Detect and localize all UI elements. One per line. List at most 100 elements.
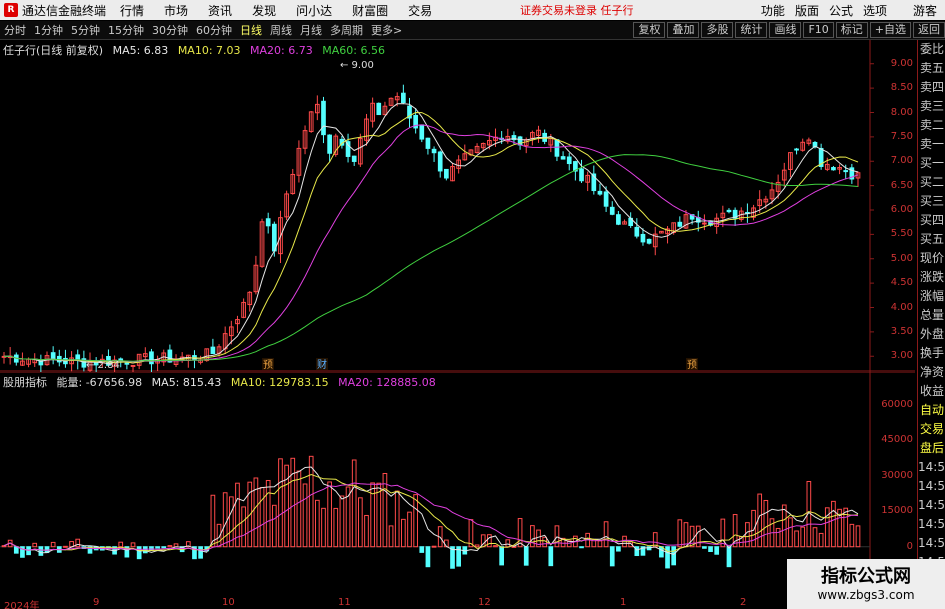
indicator-bar [855, 525, 861, 548]
period-tab-3[interactable]: 15分钟 [104, 22, 148, 38]
indicator-bar [265, 479, 271, 548]
tool-button-7[interactable]: +自选 [869, 22, 911, 38]
candle-body [425, 137, 431, 149]
indicator-bar [278, 458, 283, 548]
sidebar-label-20[interactable]: 交易 [918, 420, 945, 439]
max-price-label: ← 9.00 [340, 60, 374, 71]
tool-button-8[interactable]: 返回 [913, 22, 945, 38]
guest-user[interactable]: 游客 [913, 2, 937, 19]
indicator-bar [849, 523, 855, 548]
price-tick-1: 8.50 [890, 82, 913, 94]
period-tab-9[interactable]: 多周期 [326, 22, 367, 38]
ma20-line [3, 124, 859, 363]
sidebar-label-9: 买四 [919, 213, 944, 227]
sidebar-label-25[interactable]: 14:56 [918, 515, 945, 534]
price-tick-10: 4.00 [890, 301, 913, 313]
app-title: 通达信金融终端 [22, 3, 107, 18]
time-label-0: 2024年 [4, 601, 40, 609]
sidebar-label-23[interactable]: 14:56 [918, 477, 945, 496]
sidebar-label-24[interactable]: 14:56 [918, 496, 945, 515]
candle-body [597, 190, 603, 195]
tool-button-1[interactable]: 叠加 [667, 22, 700, 38]
menu-item-markets[interactable]: 市场 [164, 2, 188, 19]
indicator-bar [198, 546, 203, 559]
period-tab-7[interactable]: 周线 [266, 22, 296, 38]
indicator-bar [394, 490, 400, 548]
ma60-line [3, 154, 859, 362]
tool-button-2[interactable]: 多股 [701, 22, 734, 38]
sidebar-label-5: 卖一 [919, 137, 944, 151]
trading-app-window: R 通达信金融终端 行情 市场 资讯 发现 问小达 财富圈 交易 证券交易未登录… [0, 0, 945, 609]
indicator-bar [302, 483, 308, 548]
indicator-bar [419, 546, 425, 553]
menu-item-ask[interactable]: 问小达 [296, 2, 332, 19]
candle-body [376, 102, 382, 116]
candle-body [345, 141, 351, 157]
menu-item-wealth[interactable]: 财富圈 [352, 2, 388, 19]
indicator-bar [468, 519, 474, 548]
sidebar-label-22[interactable]: 14:56 [918, 458, 945, 477]
tool-button-0[interactable]: 复权 [633, 22, 666, 38]
tool-button-6[interactable]: 标记 [835, 22, 868, 38]
candlestick-panel[interactable]: ← 9.00 ← 2.84 预 财 预 任子行(日线 前复权) MA5: 6.83 MA… [0, 40, 915, 376]
indicator-chart[interactable] [0, 371, 915, 597]
indicator-bar [149, 546, 154, 551]
ma5-value: MA5: 6.83 [112, 44, 169, 57]
candlestick-chart[interactable]: ← 9.00 ← 2.84 预 财 预 [0, 40, 915, 376]
candle-body [843, 170, 849, 173]
sidebar-label-19[interactable]: 自动 [918, 401, 945, 420]
price-tick-12: 3.00 [890, 350, 913, 362]
indicator-bar [493, 545, 498, 548]
indicator-bar [142, 546, 148, 554]
time-label-1: 9 [93, 597, 100, 608]
sidebar-label-11: 现价 [919, 251, 944, 265]
indicator-panel[interactable]: 股朋指标 能量: -67656.98 MA5: 815.43 MA10: 129… [0, 371, 915, 597]
candle-body [609, 206, 615, 215]
sidebar-label-21[interactable]: 盘后 [918, 439, 945, 458]
period-tab-2[interactable]: 5分钟 [67, 22, 104, 38]
menu-item-options[interactable]: 选项 [863, 2, 887, 19]
time-axis: 2024年 9 10 11 12 1 2 [0, 597, 915, 609]
tool-button-4[interactable]: 画线 [769, 22, 802, 38]
ma10-value: MA10: 7.03 [177, 44, 241, 57]
vol-ma20-line [3, 482, 859, 551]
tool-button-5[interactable]: F10 [803, 22, 834, 38]
indicator-bar [259, 486, 265, 548]
indicator-bar [597, 540, 603, 548]
menu-item-layout[interactable]: 版面 [795, 2, 819, 19]
menu-item-formula[interactable]: 公式 [829, 2, 853, 19]
menu-item-news[interactable]: 资讯 [208, 2, 232, 19]
indicator-bar [130, 542, 136, 548]
period-tab-6[interactable]: 日线 [236, 22, 266, 38]
candle-body [327, 134, 332, 154]
sidebar-label-8: 买三 [919, 194, 944, 208]
indicator-bar [824, 507, 830, 548]
menu-item-trade[interactable]: 交易 [408, 2, 432, 19]
period-tab-1[interactable]: 1分钟 [30, 22, 67, 38]
menu-item-market[interactable]: 行情 [120, 2, 144, 19]
sidebar-label-7: 买二 [919, 175, 944, 189]
candle-body [210, 346, 216, 355]
price-tick-2: 8.00 [890, 106, 913, 118]
indicator-bar [1, 545, 7, 548]
period-tab-8[interactable]: 月线 [296, 22, 326, 38]
tool-button-3[interactable]: 统计 [735, 22, 768, 38]
menu-item-function[interactable]: 功能 [761, 2, 785, 19]
indicator-name[interactable]: 股朋指标 [3, 376, 47, 389]
candle-body [124, 362, 130, 365]
indicator-bar [818, 532, 824, 548]
indicator-bars [1, 455, 861, 569]
period-tab-4[interactable]: 30分钟 [148, 22, 192, 38]
sidebar-label-26[interactable]: 14:56 [918, 534, 945, 553]
period-tab-5[interactable]: 60分钟 [192, 22, 236, 38]
period-tab-0[interactable]: 分时 [0, 22, 30, 38]
candle-body [149, 351, 154, 365]
period-tab-10[interactable]: 更多> [367, 22, 406, 38]
indicator-bar [13, 546, 19, 554]
login-status[interactable]: 证券交易未登录 任子行 [520, 2, 634, 18]
indicator-tick-1: 45000 [881, 434, 913, 446]
indicator-bar [222, 492, 228, 548]
sidebar-label-2: 卖四 [919, 80, 944, 94]
menu-item-discover[interactable]: 发现 [252, 2, 276, 19]
candle-body [646, 238, 652, 244]
